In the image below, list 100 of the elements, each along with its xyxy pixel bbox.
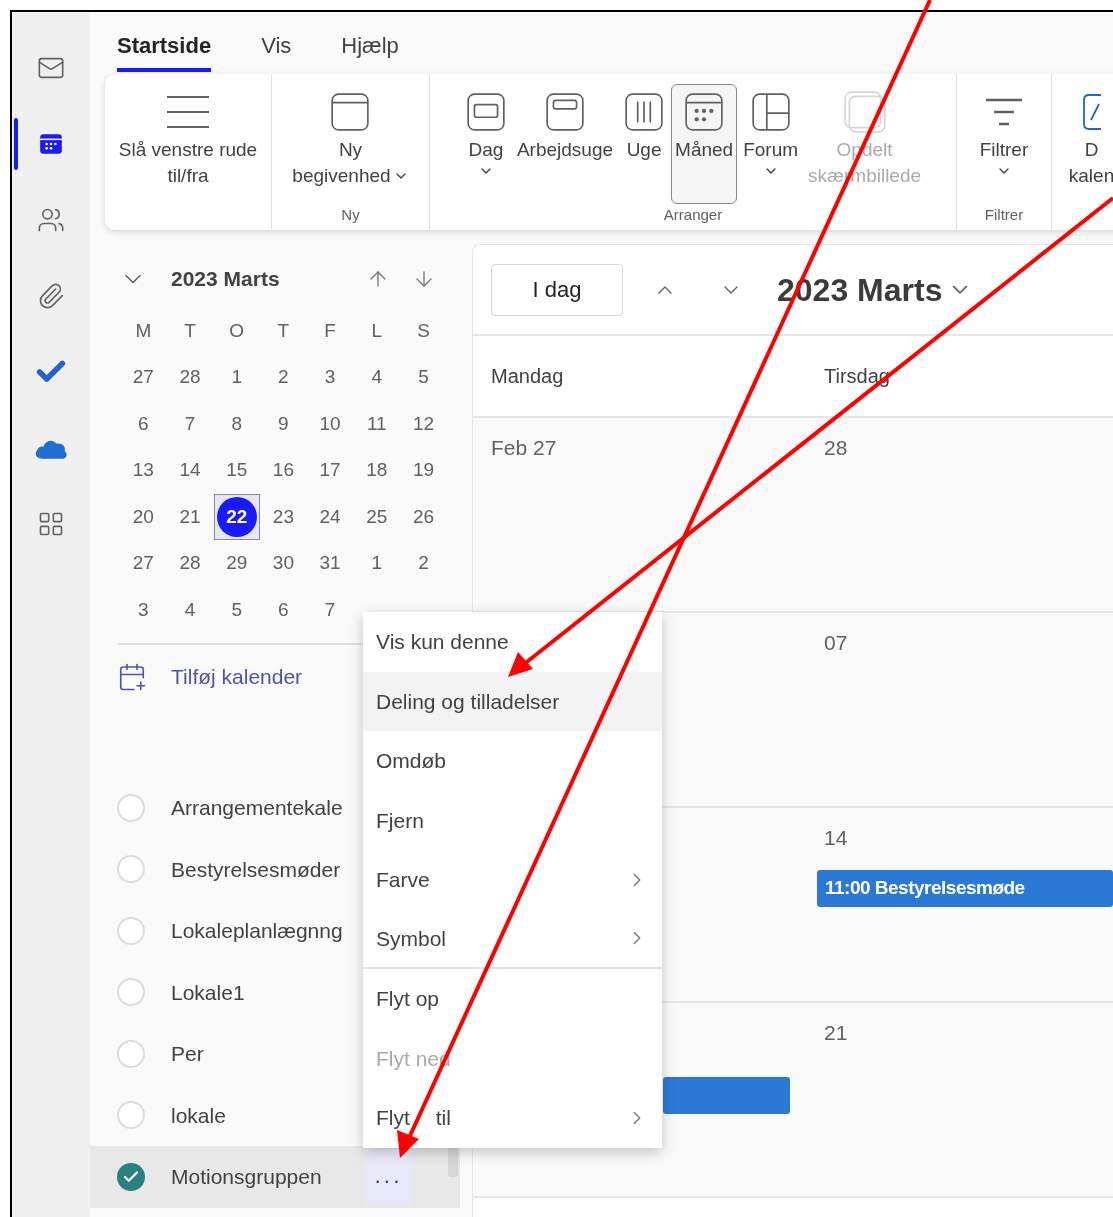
menu-item[interactable]: Symbol [363,909,662,969]
weekday-label: T [183,318,197,343]
date-label: Feb 27 [491,435,558,461]
day-cell[interactable]: 2 [403,543,444,584]
day-view-icon [464,91,507,133]
day-cell[interactable]: 9 [263,403,304,444]
day-cell[interactable]: 23 [263,496,304,537]
menu-item[interactable]: Fjern [363,790,662,850]
weekday-label: O [228,318,246,343]
apps-icon [37,510,65,538]
day-cell[interactable]: 13 [123,450,164,491]
menu-item[interactable]: Farve [363,850,662,910]
day-cell[interactable]: 12 [403,403,444,444]
today-cell[interactable]: 22 [213,493,260,540]
day-cell[interactable]: 5 [403,357,444,398]
ribbon-tab[interactable]: Vis [261,29,292,72]
menu-item[interactable]: Flyt til [363,1088,662,1148]
ribbon-button[interactable]: Filtrer [975,84,1033,204]
day-cell[interactable]: 11 [356,403,397,444]
group-label: Filtrer [984,205,1024,225]
calendar-name: Per [171,1041,204,1067]
day-cell[interactable]: 21 [170,496,211,537]
more-options-button[interactable]: ··· [365,1148,411,1205]
date-label: 28 [824,435,849,461]
weekday-label: L [370,318,384,343]
people-icon [37,206,65,234]
day-cell[interactable]: 28 [170,357,211,398]
day-cell[interactable]: 24 [310,496,351,537]
day-cell[interactable]: 3 [123,589,164,630]
hamburger-icon [166,95,210,129]
today-button[interactable]: I dag [491,263,623,316]
ribbon-button[interactable]: Arbejdsuge [512,84,618,204]
day-cell[interactable]: 1 [356,543,397,584]
day-cell[interactable]: 15 [216,450,257,491]
date-label: 14 [824,825,849,851]
month-title: 2023 Marts [171,266,281,293]
window-icon [329,91,372,133]
day-cell[interactable]: 6 [263,589,304,630]
day-cell[interactable]: 27 [123,357,164,398]
day-cell[interactable]: 25 [356,496,397,537]
day-cell[interactable]: 31 [310,543,351,584]
day-cell[interactable]: 1 [216,357,257,398]
calendar-list-item[interactable]: Motionsgruppen ··· [90,1146,460,1208]
calendar-name: Arrangementekale [171,795,343,821]
date-label: 07 [824,630,849,656]
day-cell[interactable]: 4 [170,589,211,630]
day-cell[interactable]: 17 [310,450,351,491]
day-cell[interactable]: 2 [263,357,304,398]
weekday-label: F [323,318,337,343]
day-cell[interactable]: 27 [123,543,164,584]
ribbon-button[interactable]: Forum [739,84,803,204]
day-cell[interactable]: 5 [216,589,257,630]
board-view-icon [749,91,792,133]
day-cell[interactable]: 20 [123,496,164,537]
menu-item[interactable]: Vis kun denne [363,612,662,672]
day-cell[interactable]: 10 [310,403,351,444]
scrollbar-thumb [448,1147,458,1177]
weekday-header: Mandag [490,364,565,389]
paperclip-icon [37,282,65,310]
day-cell[interactable]: 4 [356,357,397,398]
ribbon-button[interactable]: Uge [619,84,670,204]
ribbon-button[interactable]: Dag [460,84,511,204]
day-cell[interactable]: 7 [170,403,211,444]
week-view-icon [623,91,666,133]
menu-item[interactable]: Omdøb [363,731,662,791]
day-cell[interactable]: 7 [310,589,351,630]
month-view-icon [683,91,726,133]
calendar-icon [38,131,64,157]
day-cell[interactable]: 29 [216,543,257,584]
day-cell[interactable]: 19 [403,450,444,491]
day-cell[interactable]: 3 [310,357,351,398]
ribbon-tab[interactable]: Hjælp [341,29,399,72]
filter-icon [984,97,1024,127]
weekday-label: S [416,318,431,343]
day-cell[interactable]: 6 [123,403,164,444]
chevron-down-icon [952,285,969,294]
date-label: 21 [824,1020,849,1046]
group-label: Ny [341,205,360,225]
calendar-event[interactable]: 11:00 Bestyrelsesmøde [817,870,1113,907]
day-cell[interactable]: 28 [170,543,211,584]
day-cell[interactable]: 16 [263,450,304,491]
calendar-name: Lokaleplanlægnng [171,918,343,944]
day-cell[interactable]: 8 [216,403,257,444]
calendar-name: Motionsgruppen [171,1164,323,1190]
weekday-label: T [276,318,291,343]
day-cell[interactable]: 18 [356,450,397,491]
day-cell[interactable]: 26 [403,496,444,537]
menu-item[interactable]: Deling og tilladelser [363,671,662,731]
day-cell[interactable]: 14 [170,450,211,491]
day-cell[interactable]: 30 [263,543,304,584]
ribbon-button[interactable]: D kalen [1064,84,1113,204]
group-label: Arranger [663,205,723,225]
ribbon-button[interactable]: Ny begivenhed [288,84,413,204]
menu-item[interactable]: Flyt op [363,969,662,1029]
calendar-name: Lokale1 [171,979,245,1006]
calendar-name: Bestyrelsesmøder [171,856,341,883]
edit-calendar-icon [1081,92,1102,132]
calendar-name: lokale [171,1102,226,1129]
ribbon-button[interactable]: Måned [671,84,738,204]
ribbon-button[interactable]: Slå venstre rude til/fra [114,84,262,204]
